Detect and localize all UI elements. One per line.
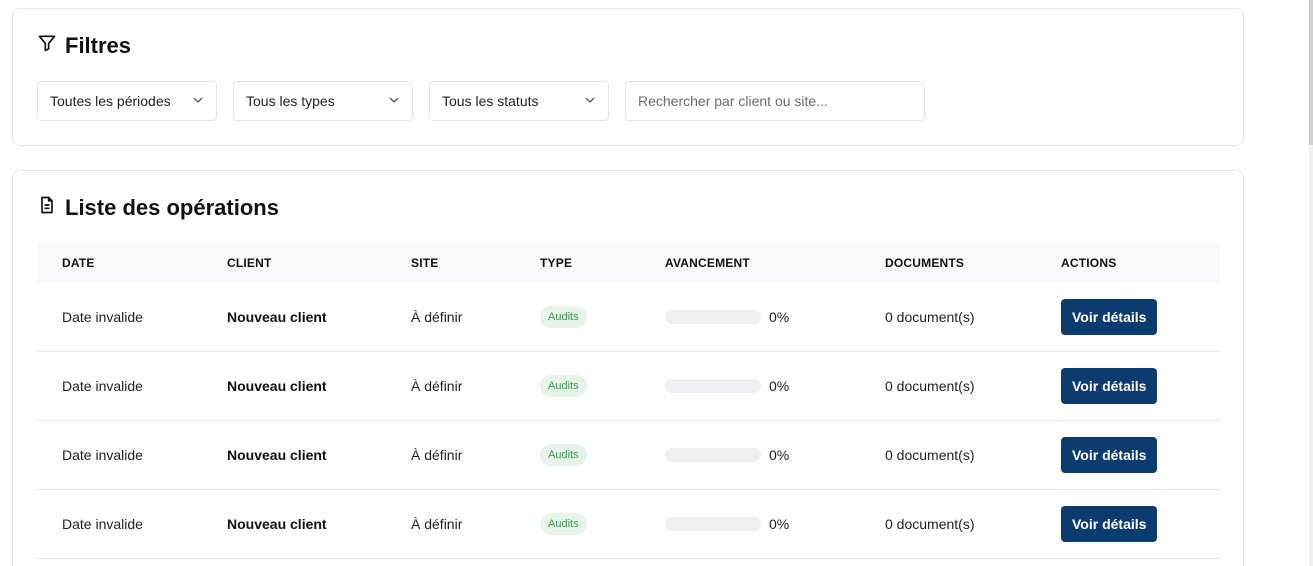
actions-cell: Voir détails [1036, 368, 1220, 404]
type-badge: Audits [540, 444, 587, 466]
operations-title: Liste des opérations [65, 195, 279, 220]
type-cell: Audits [515, 306, 640, 328]
type-select[interactable]: Tous les types [233, 81, 413, 121]
filters-panel: Filtres Toutes les périodes Tous les typ… [12, 8, 1244, 146]
progress-cell: 0% [640, 516, 860, 532]
progress-cell: 0% [640, 447, 860, 463]
search-input[interactable] [625, 81, 925, 121]
status-select[interactable]: Tous les statuts [429, 81, 609, 121]
table-header: DATE CLIENT SITE TYPE AVANCEMENT DOCUMEN… [37, 242, 1220, 283]
table-row: Date invalide Nouveau client À définir A… [37, 490, 1220, 559]
site-cell: À définir [411, 309, 463, 325]
documents-cell: 0 document(s) [885, 447, 975, 463]
documents-cell: 0 document(s) [885, 516, 975, 532]
column-header-site[interactable]: SITE [386, 256, 515, 270]
date-cell: Date invalide [62, 516, 143, 532]
progress-label: 0% [769, 516, 790, 532]
filters-title: Filtres [65, 33, 132, 58]
page-scrollbar[interactable] [1309, 0, 1313, 566]
client-cell: Nouveau client [227, 447, 327, 463]
view-details-button[interactable]: Voir détails [1061, 299, 1158, 335]
client-cell: Nouveau client [227, 378, 327, 394]
chevron-down-icon [388, 93, 400, 109]
documents-cell: 0 document(s) [885, 378, 975, 394]
site-cell: À définir [411, 516, 463, 532]
operations-header: Liste des opérations [37, 195, 279, 221]
table-row: Date invalide Nouveau client À définir A… [37, 283, 1220, 352]
column-header-documents[interactable]: DOCUMENTS [860, 256, 1036, 270]
type-cell: Audits [515, 444, 640, 466]
site-cell: À définir [411, 447, 463, 463]
table-row: Date invalide Nouveau client À définir A… [37, 421, 1220, 490]
actions-cell: Voir détails [1036, 437, 1220, 473]
scrollbar-thumb[interactable] [1309, 0, 1313, 145]
progress-cell: 0% [640, 378, 860, 394]
site-cell: À définir [411, 378, 463, 394]
client-cell: Nouveau client [227, 516, 327, 532]
progress-bar [665, 310, 761, 324]
documents-cell: 0 document(s) [885, 309, 975, 325]
progress-bar [665, 517, 761, 531]
operations-table: DATE CLIENT SITE TYPE AVANCEMENT DOCUMEN… [37, 242, 1220, 559]
type-badge: Audits [540, 375, 587, 397]
column-header-type[interactable]: TYPE [515, 256, 640, 270]
type-cell: Audits [515, 513, 640, 535]
type-cell: Audits [515, 375, 640, 397]
chevron-down-icon [584, 93, 596, 109]
filter-controls: Toutes les périodes Tous les types Tous … [37, 81, 925, 121]
progress-label: 0% [769, 309, 790, 325]
progress-label: 0% [769, 447, 790, 463]
operations-panel: Liste des opérations DATE CLIENT SITE TY… [12, 170, 1244, 566]
date-cell: Date invalide [62, 309, 143, 325]
column-header-actions: ACTIONS [1061, 255, 1117, 270]
progress-label: 0% [769, 378, 790, 394]
view-details-button[interactable]: Voir détails [1061, 506, 1158, 542]
filter-icon [37, 33, 57, 59]
table-row: Date invalide Nouveau client À définir A… [37, 352, 1220, 421]
date-cell: Date invalide [62, 447, 143, 463]
period-select-value: Toutes les périodes [50, 93, 171, 109]
column-header-client[interactable]: CLIENT [202, 256, 386, 270]
column-header-date[interactable]: DATE [37, 256, 202, 270]
type-select-value: Tous les types [246, 93, 335, 109]
view-details-button[interactable]: Voir détails [1061, 437, 1158, 473]
period-select[interactable]: Toutes les périodes [37, 81, 217, 121]
type-badge: Audits [540, 513, 587, 535]
progress-bar [665, 379, 761, 393]
status-select-value: Tous les statuts [442, 93, 539, 109]
client-cell: Nouveau client [227, 309, 327, 325]
actions-cell: Voir détails [1036, 506, 1220, 542]
view-details-button[interactable]: Voir détails [1061, 368, 1158, 404]
type-badge: Audits [540, 306, 587, 328]
progress-cell: 0% [640, 309, 860, 325]
progress-bar [665, 448, 761, 462]
filters-header: Filtres [37, 33, 131, 59]
chevron-down-icon [192, 93, 204, 109]
document-icon [37, 195, 57, 221]
actions-cell: Voir détails [1036, 299, 1220, 335]
date-cell: Date invalide [62, 378, 143, 394]
column-header-progress[interactable]: AVANCEMENT [640, 256, 860, 270]
